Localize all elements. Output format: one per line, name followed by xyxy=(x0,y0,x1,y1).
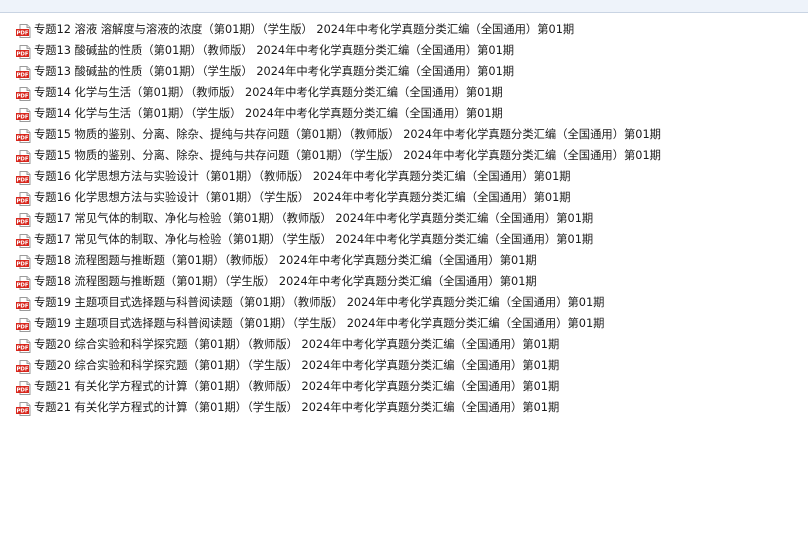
pdf-file-icon: PDF xyxy=(16,128,32,143)
file-name: 专题18 流程图题与推断题（第01期）（学生版） 2024年中考化学真题分类汇编… xyxy=(34,274,537,288)
pdf-file-icon: PDF xyxy=(16,233,32,248)
svg-text:PDF: PDF xyxy=(16,366,28,372)
pdf-file-icon: PDF xyxy=(16,170,32,185)
list-item[interactable]: PDF 专题20 综合实验和科学探究题（第01期）（教师版） 2024年中考化学… xyxy=(16,334,796,355)
list-item[interactable]: PDF 专题13 酸碱盐的性质（第01期）（教师版） 2024年中考化学真题分类… xyxy=(16,40,796,61)
pdf-file-icon: PDF xyxy=(16,86,32,101)
file-name: 专题16 化学思想方法与实验设计（第01期）（教师版） 2024年中考化学真题分… xyxy=(34,169,571,183)
list-item[interactable]: PDF 专题21 有关化学方程式的计算（第01期）（教师版） 2024年中考化学… xyxy=(16,376,796,397)
svg-text:PDF: PDF xyxy=(16,177,28,183)
svg-text:PDF: PDF xyxy=(16,324,28,330)
file-name: 专题15 物质的鉴别、分离、除杂、提纯与共存问题（第01期）（教师版） 2024… xyxy=(34,127,661,141)
file-name: 专题13 酸碱盐的性质（第01期）（教师版） 2024年中考化学真题分类汇编（全… xyxy=(34,43,515,57)
pdf-file-icon: PDF xyxy=(16,65,32,80)
list-item[interactable]: PDF 专题21 有关化学方程式的计算（第01期）（学生版） 2024年中考化学… xyxy=(16,397,796,418)
list-item[interactable]: PDF 专题15 物质的鉴别、分离、除杂、提纯与共存问题（第01期）（学生版） … xyxy=(16,145,796,166)
pdf-file-icon: PDF xyxy=(16,44,32,59)
list-item[interactable]: PDF 专题19 主题项目式选择题与科普阅读题（第01期）（教师版） 2024年… xyxy=(16,292,796,313)
svg-text:PDF: PDF xyxy=(16,72,28,78)
file-name: 专题20 综合实验和科学探究题（第01期）（教师版） 2024年中考化学真题分类… xyxy=(34,337,560,351)
svg-text:PDF: PDF xyxy=(16,51,28,57)
svg-text:PDF: PDF xyxy=(16,408,28,414)
pdf-file-icon: PDF xyxy=(16,359,32,374)
list-item[interactable]: PDF 专题18 流程图题与推断题（第01期）（教师版） 2024年中考化学真题… xyxy=(16,250,796,271)
pdf-file-icon: PDF xyxy=(16,275,32,290)
svg-text:PDF: PDF xyxy=(16,261,28,267)
file-name: 专题14 化学与生活（第01期）（教师版） 2024年中考化学真题分类汇编（全国… xyxy=(34,85,503,99)
pdf-file-icon: PDF xyxy=(16,380,32,395)
list-item[interactable]: PDF 专题15 物质的鉴别、分离、除杂、提纯与共存问题（第01期）（教师版） … xyxy=(16,124,796,145)
list-item[interactable]: PDF 专题17 常见气体的制取、净化与检验（第01期）（教师版） 2024年中… xyxy=(16,208,796,229)
list-item[interactable]: PDF 专题13 酸碱盐的性质（第01期）（学生版） 2024年中考化学真题分类… xyxy=(16,61,796,82)
pdf-file-icon: PDF xyxy=(16,149,32,164)
file-list: PDF 专题12 溶液 溶解度与溶液的浓度（第01期）（学生版） 2024年中考… xyxy=(16,19,796,418)
svg-text:PDF: PDF xyxy=(16,156,28,162)
svg-text:PDF: PDF xyxy=(16,282,28,288)
file-name: 专题19 主题项目式选择题与科普阅读题（第01期）（教师版） 2024年中考化学… xyxy=(34,295,605,309)
list-item[interactable]: PDF 专题17 常见气体的制取、净化与检验（第01期）（学生版） 2024年中… xyxy=(16,229,796,250)
svg-text:PDF: PDF xyxy=(16,219,28,225)
file-name: 专题17 常见气体的制取、净化与检验（第01期）（教师版） 2024年中考化学真… xyxy=(34,211,594,225)
svg-text:PDF: PDF xyxy=(16,198,28,204)
file-name: 专题13 酸碱盐的性质（第01期）（学生版） 2024年中考化学真题分类汇编（全… xyxy=(34,64,515,78)
list-item[interactable]: PDF 专题19 主题项目式选择题与科普阅读题（第01期）（学生版） 2024年… xyxy=(16,313,796,334)
file-name: 专题20 综合实验和科学探究题（第01期）（学生版） 2024年中考化学真题分类… xyxy=(34,358,560,372)
pdf-file-icon: PDF xyxy=(16,317,32,332)
pdf-file-icon: PDF xyxy=(16,401,32,416)
svg-text:PDF: PDF xyxy=(16,387,28,393)
pdf-file-icon: PDF xyxy=(16,191,32,206)
file-name: 专题16 化学思想方法与实验设计（第01期）（学生版） 2024年中考化学真题分… xyxy=(34,190,571,204)
svg-text:PDF: PDF xyxy=(16,345,28,351)
file-name: 专题21 有关化学方程式的计算（第01期）（教师版） 2024年中考化学真题分类… xyxy=(34,379,560,393)
svg-text:PDF: PDF xyxy=(16,30,28,36)
list-item[interactable]: PDF 专题14 化学与生活（第01期）（教师版） 2024年中考化学真题分类汇… xyxy=(16,82,796,103)
list-item[interactable]: PDF 专题12 溶液 溶解度与溶液的浓度（第01期）（学生版） 2024年中考… xyxy=(16,19,796,40)
file-name: 专题14 化学与生活（第01期）（学生版） 2024年中考化学真题分类汇编（全国… xyxy=(34,106,503,120)
svg-text:PDF: PDF xyxy=(16,240,28,246)
file-name: 专题17 常见气体的制取、净化与检验（第01期）（学生版） 2024年中考化学真… xyxy=(34,232,594,246)
svg-text:PDF: PDF xyxy=(16,93,28,99)
file-name: 专题15 物质的鉴别、分离、除杂、提纯与共存问题（第01期）（学生版） 2024… xyxy=(34,148,661,162)
pdf-file-icon: PDF xyxy=(16,338,32,353)
svg-text:PDF: PDF xyxy=(16,303,28,309)
pdf-file-icon: PDF xyxy=(16,296,32,311)
file-name: 专题12 溶液 溶解度与溶液的浓度（第01期）（学生版） 2024年中考化学真题… xyxy=(34,22,575,36)
list-item[interactable]: PDF 专题18 流程图题与推断题（第01期）（学生版） 2024年中考化学真题… xyxy=(16,271,796,292)
pdf-file-icon: PDF xyxy=(16,254,32,269)
file-name: 专题21 有关化学方程式的计算（第01期）（学生版） 2024年中考化学真题分类… xyxy=(34,400,560,414)
svg-text:PDF: PDF xyxy=(16,114,28,120)
file-name: 专题18 流程图题与推断题（第01期）（教师版） 2024年中考化学真题分类汇编… xyxy=(34,253,537,267)
toolbar-strip xyxy=(0,0,808,13)
svg-text:PDF: PDF xyxy=(16,135,28,141)
list-item[interactable]: PDF 专题14 化学与生活（第01期）（学生版） 2024年中考化学真题分类汇… xyxy=(16,103,796,124)
pdf-file-icon: PDF xyxy=(16,107,32,122)
pdf-file-icon: PDF xyxy=(16,212,32,227)
list-item[interactable]: PDF 专题16 化学思想方法与实验设计（第01期）（学生版） 2024年中考化… xyxy=(16,187,796,208)
list-item[interactable]: PDF 专题20 综合实验和科学探究题（第01期）（学生版） 2024年中考化学… xyxy=(16,355,796,376)
pdf-file-icon: PDF xyxy=(16,23,32,38)
list-item[interactable]: PDF 专题16 化学思想方法与实验设计（第01期）（教师版） 2024年中考化… xyxy=(16,166,796,187)
file-name: 专题19 主题项目式选择题与科普阅读题（第01期）（学生版） 2024年中考化学… xyxy=(34,316,605,330)
